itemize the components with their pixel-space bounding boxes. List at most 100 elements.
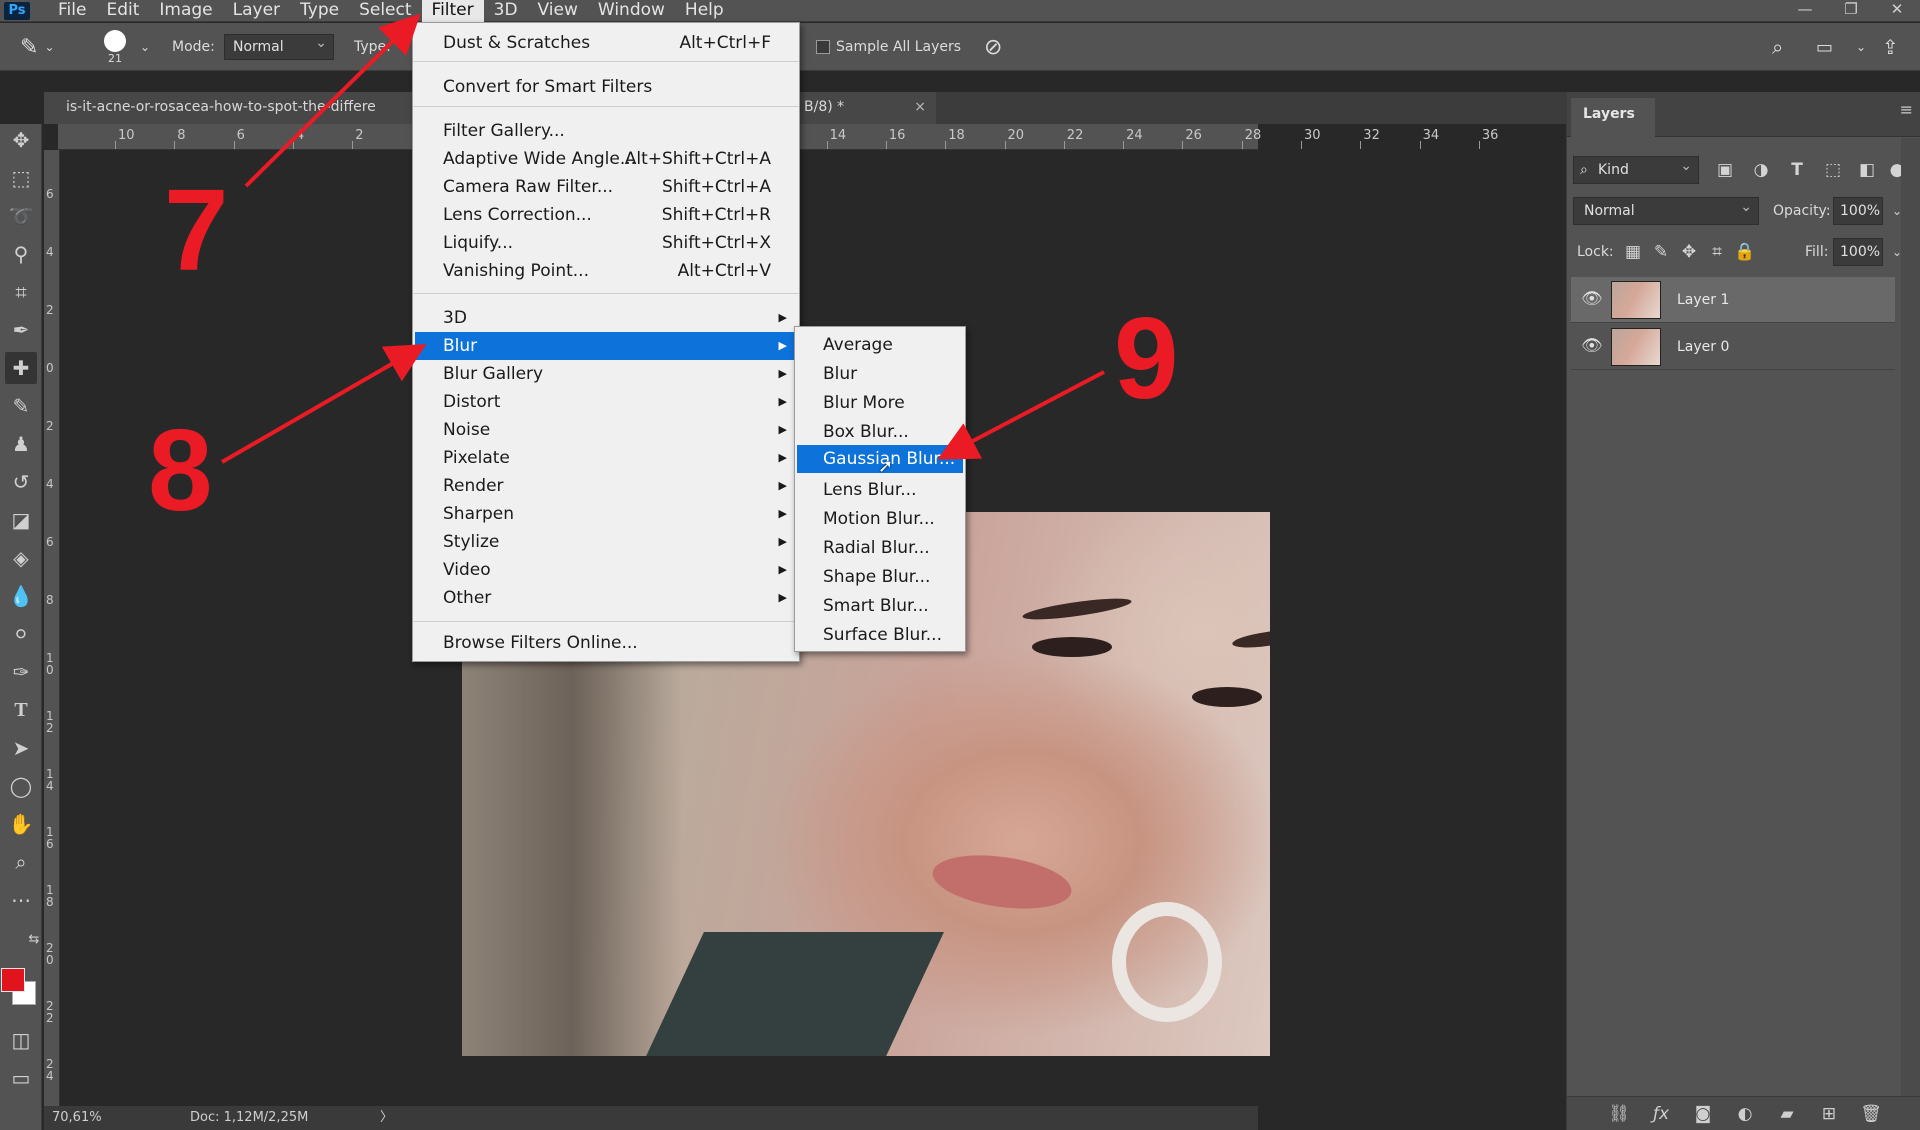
- new-group-icon[interactable]: ▰: [1773, 1101, 1801, 1127]
- ellipse-tool-icon[interactable]: ◯: [5, 770, 37, 802]
- lasso-tool-icon[interactable]: ➰: [5, 200, 37, 232]
- type-layer-filter-icon[interactable]: T: [1785, 156, 1809, 184]
- brush-tool-icon[interactable]: ✎: [5, 390, 37, 422]
- marquee-tool-icon[interactable]: ⬚: [5, 162, 37, 194]
- menu-item-distort[interactable]: Distort ▶: [415, 388, 797, 416]
- opacity-input[interactable]: 100%: [1833, 197, 1883, 225]
- menu-item-dust-scratches[interactable]: Dust & Scratches Alt+Ctrl+F: [415, 29, 797, 57]
- blur-item-box-blur[interactable]: Box Blur...: [797, 418, 963, 446]
- menu-item-blur-gallery[interactable]: Blur Gallery ▶: [415, 360, 797, 388]
- blur-item-lens-blur[interactable]: Lens Blur...: [797, 476, 963, 504]
- mode-dropdown[interactable]: Normal: [224, 31, 334, 60]
- menu-item-3d[interactable]: 3D ▶: [415, 304, 797, 332]
- chevron-down-icon[interactable]: ⌄: [140, 23, 150, 71]
- fill-input[interactable]: 100%: [1833, 238, 1883, 266]
- menu-item-filter-gallery[interactable]: Filter Gallery...: [415, 117, 797, 145]
- history-brush-tool-icon[interactable]: ↺: [5, 466, 37, 498]
- lock-all-icon[interactable]: 🔒: [1733, 238, 1757, 266]
- paint-bucket-tool-icon[interactable]: ◈: [5, 542, 37, 574]
- blur-item-blur-more[interactable]: Blur More: [797, 389, 963, 417]
- layer-kind-dropdown[interactable]: ⌕ Kind: [1573, 153, 1699, 184]
- foreground-color-swatch[interactable]: [1, 968, 25, 992]
- menu-item-render[interactable]: Render ▶: [415, 472, 797, 500]
- menu-select[interactable]: Select: [349, 0, 421, 22]
- menu-item-stylize[interactable]: Stylize ▶: [415, 528, 797, 556]
- eyedropper-tool-icon[interactable]: ✒: [5, 314, 37, 346]
- blur-item-motion-blur[interactable]: Motion Blur...: [797, 505, 963, 533]
- close-button[interactable]: ✕: [1874, 0, 1920, 22]
- menu-item-lens-correction[interactable]: Lens Correction... Shift+Ctrl+R: [415, 201, 797, 229]
- layer-name[interactable]: Layer 0: [1677, 324, 1729, 370]
- layer-row-layer-1[interactable]: 👁 Layer 1: [1571, 277, 1895, 323]
- sample-all-layers-checkbox[interactable]: Sample All Layers: [816, 23, 961, 71]
- blur-item-average[interactable]: Average: [797, 331, 963, 359]
- healing-brush-tool-icon[interactable]: ✚: [5, 352, 37, 384]
- brush-size-picker[interactable]: 21: [104, 23, 126, 71]
- menu-filter[interactable]: Filter: [421, 0, 484, 22]
- quick-select-tool-icon[interactable]: ⚲: [5, 238, 37, 270]
- document-tab-active[interactable]: B/8) * ×: [796, 92, 936, 124]
- status-menu-arrow[interactable]: 〉: [380, 1106, 393, 1130]
- move-tool-icon[interactable]: ✥: [5, 124, 37, 156]
- lock-artboard-icon[interactable]: ⌗: [1705, 238, 1729, 266]
- menu-item-browse-filters-online[interactable]: Browse Filters Online...: [415, 629, 797, 657]
- layer-row-layer-0[interactable]: 👁 Layer 0: [1571, 324, 1895, 370]
- menu-item-liquify[interactable]: Liquify... Shift+Ctrl+X: [415, 229, 797, 257]
- blur-item-blur[interactable]: Blur: [797, 360, 963, 388]
- menu-3d[interactable]: 3D: [484, 0, 528, 22]
- stamp-tool-icon[interactable]: ♟: [5, 428, 37, 460]
- workspace-icon[interactable]: ▭: [1816, 23, 1833, 71]
- blur-tool-icon[interactable]: 💧: [5, 580, 37, 612]
- menu-item-vanishing-point[interactable]: Vanishing Point... Alt+Ctrl+V: [415, 257, 797, 285]
- blur-item-surface-blur[interactable]: Surface Blur...: [797, 621, 963, 649]
- restore-button[interactable]: ❐: [1828, 0, 1874, 22]
- new-layer-icon[interactable]: ⊞: [1815, 1101, 1843, 1127]
- document-tab[interactable]: is-it-acne-or-rosacea-how-to-spot-the-di…: [44, 92, 414, 124]
- menu-type[interactable]: Type: [290, 0, 349, 22]
- blur-item-shape-blur[interactable]: Shape Blur...: [797, 563, 963, 591]
- screen-mode-icon[interactable]: ▭: [5, 1062, 37, 1094]
- diffusion-icon[interactable]: ⊘: [984, 23, 1002, 71]
- eye-icon[interactable]: 👁: [1581, 336, 1603, 356]
- trash-icon[interactable]: 🗑: [1857, 1101, 1885, 1127]
- smart-object-filter-icon[interactable]: ◧: [1855, 156, 1879, 184]
- menu-item-adaptive-wide-angle[interactable]: Adaptive Wide Angle... Alt+Shift+Ctrl+A: [415, 145, 797, 173]
- menu-window[interactable]: Window: [588, 0, 675, 22]
- menu-item-other[interactable]: Other ▶: [415, 584, 797, 612]
- lock-pixels-icon[interactable]: ✎: [1649, 238, 1673, 266]
- adjustment-layer-icon[interactable]: ◐: [1731, 1101, 1759, 1127]
- menu-view[interactable]: View: [528, 0, 588, 22]
- lock-transparency-icon[interactable]: ▦: [1621, 238, 1645, 266]
- crop-tool-icon[interactable]: ⌗: [5, 276, 37, 308]
- lock-position-icon[interactable]: ✥: [1677, 238, 1701, 266]
- search-icon[interactable]: ⌕: [1772, 23, 1783, 71]
- swap-colors-icon[interactable]: ⇆: [26, 924, 42, 956]
- tool-preset-picker[interactable]: ✎ ⌄: [20, 23, 55, 71]
- close-tab-icon[interactable]: ×: [914, 92, 926, 122]
- layers-tab[interactable]: Layers: [1571, 98, 1655, 137]
- menu-item-pixelate[interactable]: Pixelate ▶: [415, 444, 797, 472]
- adjustment-layer-filter-icon[interactable]: ◑: [1749, 156, 1773, 184]
- path-select-tool-icon[interactable]: ➤: [5, 732, 37, 764]
- menu-help[interactable]: Help: [675, 0, 734, 22]
- zoom-level[interactable]: 70,61%: [52, 1106, 102, 1130]
- blur-item-radial-blur[interactable]: Radial Blur...: [797, 534, 963, 562]
- zoom-tool-icon[interactable]: ⌕: [5, 846, 37, 878]
- add-mask-icon[interactable]: ◙: [1689, 1101, 1717, 1127]
- layer-name[interactable]: Layer 1: [1677, 277, 1729, 323]
- shape-layer-filter-icon[interactable]: ⬚: [1821, 156, 1845, 184]
- menu-layer[interactable]: Layer: [223, 0, 290, 22]
- share-icon[interactable]: ⇪: [1882, 23, 1899, 71]
- fx-icon[interactable]: ƒx: [1647, 1101, 1675, 1127]
- link-layers-icon[interactable]: ⛓: [1605, 1101, 1633, 1127]
- eraser-tool-icon[interactable]: ◪: [5, 504, 37, 536]
- menu-item-noise[interactable]: Noise ▶: [415, 416, 797, 444]
- blend-mode-dropdown[interactable]: Normal: [1573, 194, 1759, 225]
- pen-tool-icon[interactable]: ✑: [5, 656, 37, 688]
- minimize-button[interactable]: —: [1782, 0, 1828, 22]
- menu-item-blur[interactable]: Blur ▶: [415, 332, 797, 360]
- dodge-tool-icon[interactable]: ⚪: [5, 618, 37, 650]
- menu-image[interactable]: Image: [149, 0, 222, 22]
- menu-edit[interactable]: Edit: [96, 0, 149, 22]
- menu-item-video[interactable]: Video ▶: [415, 556, 797, 584]
